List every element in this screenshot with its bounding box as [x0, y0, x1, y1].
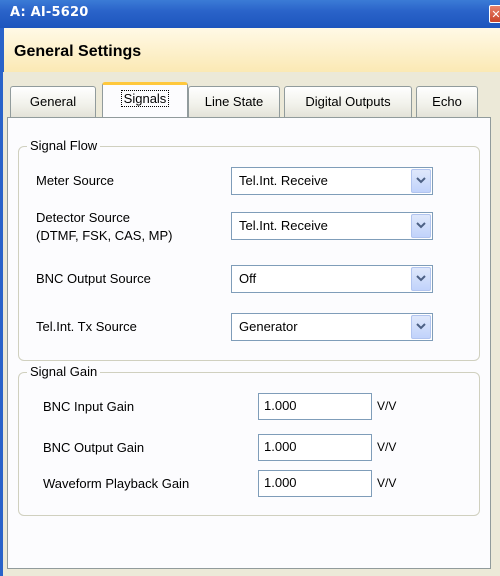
- meter-source-select[interactable]: Tel.Int. Receive: [231, 167, 433, 195]
- chevron-down-icon: [416, 275, 426, 282]
- bnc-input-gain-label: BNC Input Gain: [43, 399, 135, 414]
- bnc-output-source-dropdown-button[interactable]: [411, 267, 431, 291]
- bnc-output-source-value: Off: [239, 271, 257, 286]
- telint-tx-source-label: Tel.Int. Tx Source: [36, 319, 137, 334]
- detector-source-select[interactable]: Tel.Int. Receive: [231, 212, 433, 240]
- tab-digital-outputs[interactable]: Digital Outputs: [284, 86, 412, 117]
- chevron-down-icon: [416, 323, 426, 330]
- bnc-output-source-select[interactable]: Off: [231, 265, 433, 293]
- waveform-playback-gain-value: 1.000: [264, 475, 297, 490]
- meter-source-dropdown-button[interactable]: [411, 169, 431, 193]
- signal-gain-group: Signal Gain BNC Input Gain 1.000 V/V BNC…: [18, 364, 480, 516]
- meter-source-value: Tel.Int. Receive: [239, 173, 328, 188]
- signal-gain-legend: Signal Gain: [27, 364, 101, 379]
- signals-tab-panel: Signal Flow Meter Source Tel.Int. Receiv…: [7, 117, 491, 569]
- bnc-output-source-label: BNC Output Source: [36, 271, 151, 286]
- bnc-output-gain-value: 1.000: [264, 439, 297, 454]
- bnc-input-gain-field[interactable]: 1.000: [258, 393, 372, 420]
- signal-flow-legend: Signal Flow: [27, 138, 101, 153]
- bnc-output-gain-field[interactable]: 1.000: [258, 434, 372, 461]
- tab-label: Line State: [204, 94, 264, 109]
- tab-label: General: [29, 94, 77, 109]
- chevron-down-icon: [416, 222, 426, 229]
- bnc-output-gain-label: BNC Output Gain: [43, 440, 145, 455]
- detector-source-dropdown-button[interactable]: [411, 214, 431, 238]
- telint-tx-source-select[interactable]: Generator: [231, 313, 433, 341]
- page-title: General Settings: [14, 43, 142, 60]
- chevron-down-icon: [416, 177, 426, 184]
- detector-source-value: Tel.Int. Receive: [239, 218, 328, 233]
- window-title: A: AI-5620: [10, 5, 89, 20]
- tab-label: Echo: [432, 94, 462, 109]
- tab-general[interactable]: General: [10, 86, 96, 117]
- tab-echo[interactable]: Echo: [416, 86, 478, 117]
- bnc-input-gain-unit: V/V: [377, 399, 397, 413]
- telint-tx-source-dropdown-button[interactable]: [411, 315, 431, 339]
- tab-line-state[interactable]: Line State: [188, 86, 280, 117]
- detector-source-sublabel: (DTMF, FSK, CAS, MP): [36, 228, 173, 243]
- tab-label: Signals: [120, 90, 170, 107]
- bnc-output-gain-unit: V/V: [377, 440, 397, 454]
- signal-flow-group: Signal Flow Meter Source Tel.Int. Receiv…: [18, 138, 480, 361]
- telint-tx-source-value: Generator: [239, 319, 298, 334]
- close-icon[interactable]: ✕: [489, 5, 500, 23]
- waveform-playback-gain-unit: V/V: [377, 476, 397, 490]
- tab-label: Digital Outputs: [305, 94, 391, 109]
- detector-source-label: Detector Source: [36, 210, 130, 225]
- header-band: General Settings: [3, 28, 500, 72]
- bnc-input-gain-value: 1.000: [264, 398, 297, 413]
- meter-source-label: Meter Source: [36, 173, 115, 188]
- window-titlebar[interactable]: A: AI-5620 ✕: [0, 0, 500, 28]
- waveform-playback-gain-label: Waveform Playback Gain: [43, 476, 190, 491]
- waveform-playback-gain-field[interactable]: 1.000: [258, 470, 372, 497]
- tab-signals[interactable]: Signals: [102, 82, 188, 117]
